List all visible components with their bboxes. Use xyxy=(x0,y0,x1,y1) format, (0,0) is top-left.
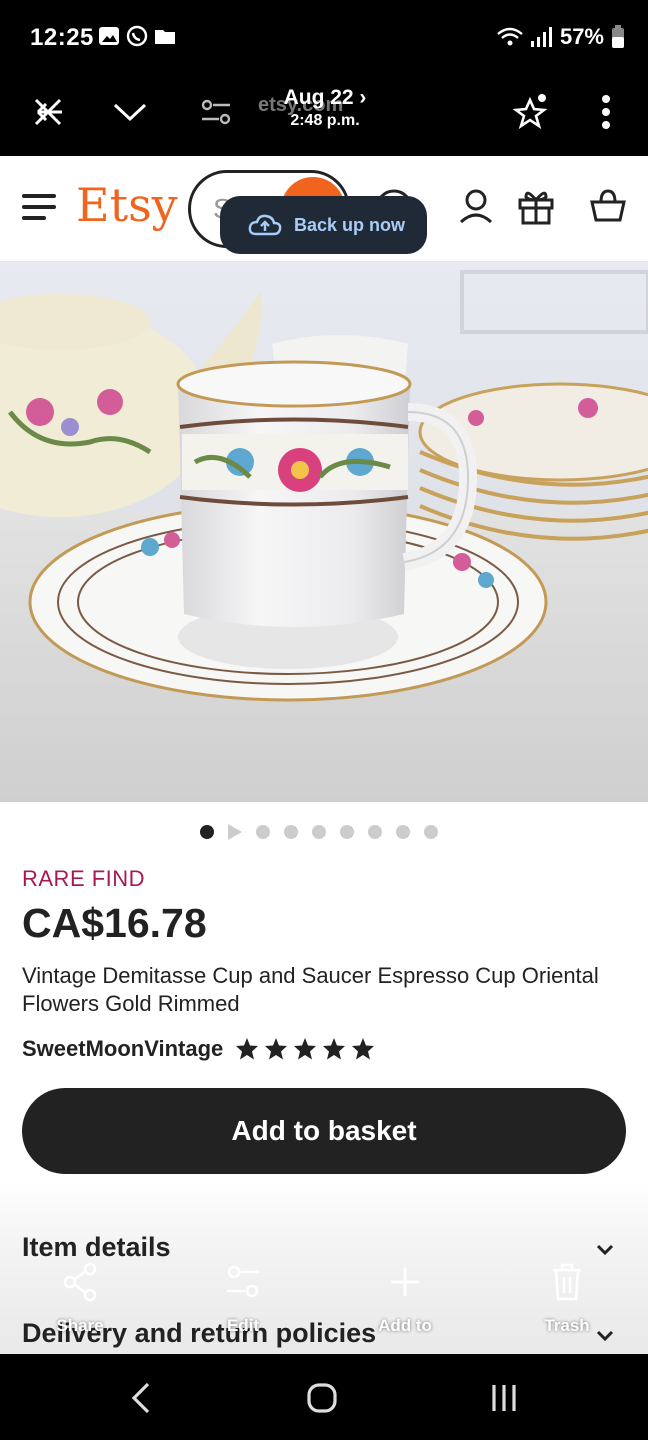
edit-icon xyxy=(227,1265,259,1298)
carousel-dot[interactable] xyxy=(312,825,326,839)
gallery-icon xyxy=(99,27,119,45)
chevron-down-icon xyxy=(113,103,147,122)
carousel-dot[interactable] xyxy=(396,825,410,839)
star-icon xyxy=(236,1038,259,1060)
gallery-toolbar: etsy.com Aug 22 › 2:48 p.m. xyxy=(0,72,648,156)
star-icon xyxy=(265,1038,288,1060)
item-details-section[interactable]: Item details xyxy=(22,1232,171,1263)
back-arrow-icon xyxy=(34,98,62,126)
carousel-dot[interactable] xyxy=(200,825,214,839)
basket-icon[interactable] xyxy=(588,186,628,226)
share-label: Share xyxy=(56,1316,104,1335)
edit-button[interactable]: Edit xyxy=(193,1262,293,1336)
star-icon xyxy=(352,1038,375,1060)
menu-icon[interactable] xyxy=(22,194,56,222)
plus-icon xyxy=(391,1268,419,1296)
whatsapp-icon xyxy=(126,25,148,47)
carousel-dot[interactable] xyxy=(368,825,382,839)
etsy-logo[interactable]: Etsy xyxy=(76,178,178,232)
carousel-dots[interactable] xyxy=(200,824,438,840)
backup-toast[interactable]: Back up now xyxy=(220,196,427,254)
share-icon xyxy=(63,1262,97,1302)
favorite-button[interactable] xyxy=(508,90,552,134)
cloud-upload-icon xyxy=(248,214,282,236)
star-icon xyxy=(294,1038,317,1060)
star-sparkle-icon xyxy=(512,94,548,130)
rating-stars xyxy=(235,1037,375,1061)
rare-find-badge: RARE FIND xyxy=(22,866,146,891)
product-photo-illustration xyxy=(0,262,648,802)
add-to-label: Add to xyxy=(378,1316,432,1335)
sliders-icon xyxy=(201,99,231,125)
gallery-action-bar: Share Edit Add to Trash xyxy=(0,1262,648,1354)
photo-time: 2:48 p.m. xyxy=(290,112,360,129)
edit-label: Edit xyxy=(226,1316,260,1335)
nav-recents-icon[interactable] xyxy=(484,1378,524,1418)
add-to-basket-button[interactable]: Add to basket xyxy=(22,1088,626,1174)
seller-row[interactable]: SweetMoonVintage xyxy=(22,1036,375,1062)
carousel-dot[interactable] xyxy=(256,825,270,839)
folder-icon xyxy=(155,30,175,44)
battery-percent: 57% xyxy=(559,24,604,49)
collapse-button[interactable] xyxy=(108,90,152,134)
carousel-dot[interactable] xyxy=(284,825,298,839)
photo-date: Aug 22 › xyxy=(283,86,367,109)
share-button[interactable]: Share xyxy=(30,1262,130,1336)
system-indicators: 57% xyxy=(496,24,626,50)
battery-icon xyxy=(612,25,624,48)
product-image[interactable] xyxy=(0,262,648,802)
date-time-info[interactable]: Aug 22 › 2:48 p.m. xyxy=(255,86,395,130)
status-bar: 12:25 57% xyxy=(0,0,648,72)
carousel-dot[interactable] xyxy=(424,825,438,839)
product-title: Vintage Demitasse Cup and Saucer Espress… xyxy=(22,963,599,1016)
trash-button[interactable]: Trash xyxy=(517,1262,617,1336)
signal-icon xyxy=(530,27,552,47)
carousel-video-indicator[interactable] xyxy=(228,824,242,840)
more-options-button[interactable] xyxy=(584,90,628,134)
product-price: CA$16.78 xyxy=(22,900,207,946)
backup-toast-label: Back up now xyxy=(294,214,406,235)
wifi-icon xyxy=(497,27,523,46)
more-vert-icon xyxy=(602,95,610,129)
add-to-button[interactable]: Add to xyxy=(355,1262,455,1336)
account-icon[interactable] xyxy=(456,186,496,226)
trash-icon xyxy=(553,1263,581,1301)
system-nav-bar xyxy=(0,1354,648,1440)
trash-label: Trash xyxy=(544,1316,590,1335)
star-icon xyxy=(323,1038,346,1060)
status-time: 12:25 xyxy=(30,24,94,51)
nav-home-icon[interactable] xyxy=(302,1378,342,1418)
back-button[interactable] xyxy=(26,90,70,134)
seller-name[interactable]: SweetMoonVintage xyxy=(22,1036,223,1062)
gift-icon[interactable] xyxy=(516,186,556,226)
chevron-down-icon[interactable] xyxy=(596,1244,614,1256)
carousel-dot[interactable] xyxy=(340,825,354,839)
notification-icons xyxy=(98,25,176,47)
nav-back-icon[interactable] xyxy=(122,1378,162,1418)
details-button[interactable] xyxy=(194,90,238,134)
